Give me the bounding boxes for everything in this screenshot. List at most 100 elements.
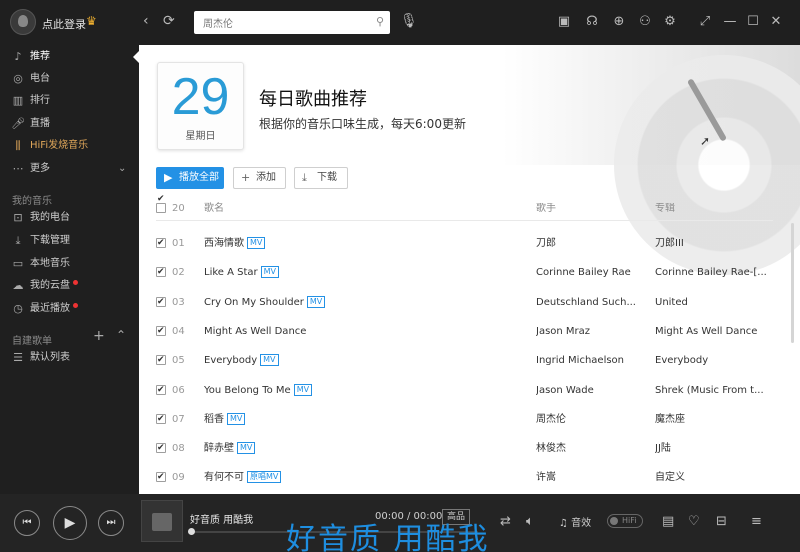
- table-row[interactable]: 04 Might As Well Dance Jason Mraz Might As …: [156, 317, 773, 346]
- play-mode-icon[interactable]: ⇄: [500, 514, 511, 529]
- search-input[interactable]: [194, 11, 364, 34]
- skin-icon[interactable]: ▣: [556, 14, 572, 29]
- song-name-cell[interactable]: 醉赤壁 MV: [204, 434, 256, 463]
- song-name-cell[interactable]: You Belong To Me MV: [204, 376, 313, 405]
- scrollbar[interactable]: [791, 223, 794, 343]
- more-icon[interactable]: ⊟: [716, 514, 727, 529]
- chevron-up-icon[interactable]: ⌃: [116, 328, 126, 342]
- table-row[interactable]: 02 Like A StarMV Corinne Bailey Rae Corinne…: [156, 258, 773, 287]
- row-checkbox[interactable]: [156, 346, 166, 375]
- album-cell[interactable]: 魔杰座: [655, 405, 773, 434]
- song-name-cell[interactable]: 稻香 MV: [204, 405, 246, 434]
- settings-icon[interactable]: ⚙: [662, 14, 678, 29]
- download-button[interactable]: ⤓ 下载: [294, 167, 348, 189]
- album-cover[interactable]: [141, 500, 183, 542]
- search-icon[interactable]: ⚲: [376, 15, 384, 28]
- sidebar-item-my-radio[interactable]: ⊡ 我的电台: [0, 207, 139, 229]
- lyrics-icon[interactable]: ▤: [662, 514, 674, 529]
- volume-icon[interactable]: 🔈︎: [526, 514, 534, 529]
- mv-badge[interactable]: MV: [260, 266, 280, 278]
- row-checkbox[interactable]: [156, 258, 166, 287]
- playlist-icon[interactable]: ≡: [751, 514, 762, 529]
- headphones-icon[interactable]: ☊: [584, 14, 600, 29]
- album-cell[interactable]: 自定义: [655, 463, 773, 492]
- row-checkbox[interactable]: [156, 434, 166, 463]
- select-all-checkbox[interactable]: [156, 194, 166, 213]
- shirt-icon[interactable]: ⚇: [637, 14, 653, 29]
- maximize-icon[interactable]: ☐: [745, 14, 761, 29]
- album-cell[interactable]: Might As Well Dance: [655, 317, 773, 346]
- login-link[interactable]: 点此登录: [42, 16, 86, 32]
- table-row[interactable]: 03 Cry On My ShoulderMV Deutschland Such..…: [156, 288, 773, 317]
- table-row[interactable]: 07 稻香MV 周杰伦魔杰座: [156, 405, 773, 434]
- sidebar-item-cloud[interactable]: ☁ 我的云盘: [0, 275, 139, 297]
- mv-badge[interactable]: MV: [247, 237, 266, 249]
- avatar[interactable]: [10, 9, 36, 35]
- row-checkbox[interactable]: [156, 229, 166, 258]
- row-checkbox[interactable]: [156, 317, 166, 346]
- row-checkbox[interactable]: [156, 288, 166, 317]
- album-cell[interactable]: United: [655, 288, 773, 317]
- voice-search-icon[interactable]: 🎙: [400, 13, 418, 29]
- mv-badge[interactable]: 原唱MV: [247, 471, 282, 483]
- minimize-icon[interactable]: —: [722, 14, 738, 29]
- sidebar-item-rank[interactable]: ▥ 排行: [0, 90, 139, 112]
- album-cell[interactable]: Everybody: [655, 346, 773, 375]
- album-cell[interactable]: 刀郎III: [655, 229, 773, 258]
- song-name-cell[interactable]: Like A Star MV: [204, 258, 280, 287]
- hifi-toggle[interactable]: HiFi: [607, 514, 643, 528]
- progress-handle[interactable]: [188, 528, 195, 535]
- table-row[interactable]: 09 有何不可原唱MV 许嵩自定义: [156, 463, 773, 492]
- artist-cell[interactable]: Ingrid Michaelson: [536, 346, 641, 375]
- sidebar-item-recent[interactable]: ◷ 最近播放: [0, 298, 139, 320]
- song-name-cell[interactable]: Might As Well Dance: [204, 317, 306, 346]
- mv-badge[interactable]: MV: [237, 442, 256, 454]
- play-all-button[interactable]: ▶ 播放全部: [156, 167, 224, 189]
- row-checkbox[interactable]: [156, 463, 166, 492]
- play-button[interactable]: ▶: [53, 506, 87, 540]
- table-row[interactable]: 05EverybodyMVIngrid MichaelsonEverybody: [156, 346, 773, 375]
- sound-effect-button[interactable]: ♫ 音效: [559, 514, 591, 529]
- song-name-cell[interactable]: Everybody MV: [204, 346, 279, 375]
- sidebar-item-hifi[interactable]: ⫼ HiFi发烧音乐: [0, 135, 139, 157]
- mv-badge[interactable]: MV: [306, 296, 326, 308]
- sidebar-item-radio[interactable]: ◎ 电台: [0, 68, 139, 90]
- next-button[interactable]: ⏭: [98, 510, 124, 536]
- close-icon[interactable]: ✕: [768, 14, 784, 29]
- sidebar-item-downloads[interactable]: ⤓ 下载管理: [0, 230, 139, 252]
- add-button[interactable]: + 添加: [233, 167, 286, 189]
- sidebar-item-local-music[interactable]: ▭ 本地音乐: [0, 253, 139, 275]
- album-cell[interactable]: Shrek (Music From t...: [655, 376, 773, 405]
- song-name-cell[interactable]: 有何不可 原唱MV: [204, 463, 282, 492]
- album-cell[interactable]: Corinne Bailey Rae-[...: [655, 258, 773, 287]
- artist-cell[interactable]: Corinne Bailey Rae: [536, 258, 641, 287]
- artist-cell[interactable]: 周杰伦: [536, 405, 641, 434]
- row-checkbox[interactable]: [156, 405, 166, 434]
- refresh-icon[interactable]: ⟳: [163, 13, 175, 29]
- sidebar-item-live[interactable]: 🎤︎ 直播: [0, 113, 139, 135]
- add-playlist-icon[interactable]: +: [93, 328, 105, 344]
- sidebar-item-more[interactable]: ⋯ 更多 ⌄: [0, 158, 139, 180]
- sidebar-item-recommend[interactable]: ♪ 推荐: [0, 46, 139, 68]
- artist-cell[interactable]: Jason Wade: [536, 376, 641, 405]
- back-icon[interactable]: ‹: [143, 13, 149, 29]
- artist-cell[interactable]: Jason Mraz: [536, 317, 641, 346]
- artist-cell[interactable]: 许嵩: [536, 463, 641, 492]
- song-name-cell[interactable]: 西海情歌 MV: [204, 229, 266, 258]
- table-row[interactable]: 01 西海情歌MV 刀郎刀郎III: [156, 229, 773, 258]
- mini-mode-icon[interactable]: ⤢: [697, 14, 713, 29]
- chevron-down-icon[interactable]: ⌄: [118, 158, 126, 180]
- mv-badge[interactable]: MV: [260, 354, 279, 366]
- vip-crown-icon[interactable]: ♛: [86, 14, 97, 28]
- sidebar-item-default-list[interactable]: ☰ 默认列表: [0, 347, 139, 369]
- game-icon[interactable]: ⊕: [611, 14, 627, 29]
- table-row[interactable]: 08 醉赤壁MV 林俊杰 JJ陆: [156, 434, 773, 463]
- artist-cell[interactable]: Deutschland Such...: [536, 288, 641, 317]
- prev-button[interactable]: ⏮: [14, 510, 40, 536]
- artist-cell[interactable]: 刀郎: [536, 229, 641, 258]
- row-checkbox[interactable]: [156, 376, 166, 405]
- song-name-cell[interactable]: Cry On My Shoulder MV: [204, 288, 326, 317]
- mv-badge[interactable]: MV: [293, 384, 313, 396]
- mv-badge[interactable]: MV: [227, 413, 246, 425]
- album-cell[interactable]: JJ陆: [655, 434, 773, 463]
